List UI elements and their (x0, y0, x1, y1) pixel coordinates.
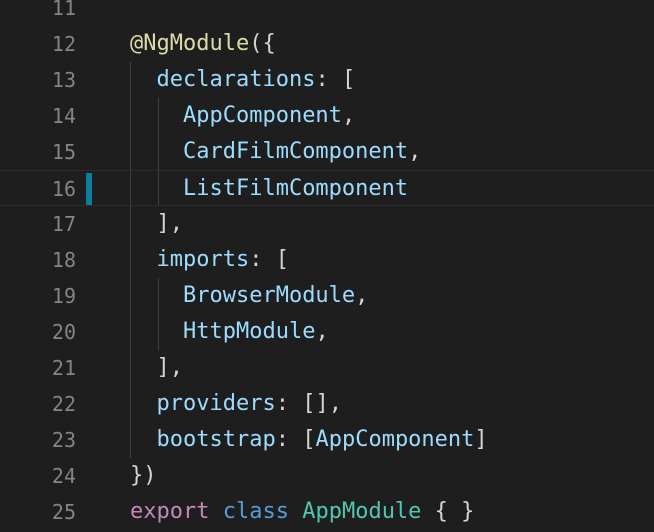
code-token: : [ (315, 67, 356, 92)
code-token: CardFilmComponent (182, 139, 409, 164)
code-token: : [ (275, 427, 316, 452)
code-token: export (130, 499, 210, 524)
line-number: 13 (51, 68, 76, 92)
code-token: ], (130, 211, 183, 236)
code-token: ({ (249, 31, 276, 56)
code-token: ], (130, 355, 183, 380)
code-token: ] (474, 427, 488, 452)
code-token: : [], (275, 391, 342, 416)
code-line[interactable]: 13 declarations: [ (0, 62, 654, 98)
code-token: { } (421, 499, 475, 524)
code-line[interactable]: 19 BrowserModule, (0, 278, 654, 314)
code-line[interactable]: 11 (0, 0, 654, 26)
line-number: 23 (51, 428, 76, 452)
code-token: bootstrap (156, 427, 276, 452)
code-line[interactable]: 12 @NgModule({ (0, 26, 654, 62)
code-text: CardFilmComponent, (130, 134, 421, 170)
code-text: BrowserModule, (130, 278, 368, 314)
code-text: export class AppModule { } (130, 494, 474, 530)
code-token: , (355, 283, 369, 308)
code-line[interactable]: 17 ], (0, 206, 654, 242)
code-text: @NgModule({ (130, 26, 276, 62)
line-number: 12 (51, 32, 76, 56)
line-number: 25 (51, 500, 76, 524)
code-text: HttpModule, (130, 314, 329, 350)
code-text: ListFilmComponent (130, 171, 408, 207)
code-token: ListFilmComponent (182, 176, 409, 201)
line-number: 14 (51, 104, 76, 128)
code-text: imports: [ (130, 242, 289, 278)
code-line[interactable]: 25 export class AppModule { } (0, 494, 654, 530)
code-line[interactable]: 22 providers: [], (0, 386, 654, 422)
code-line[interactable]: 21 ], (0, 350, 654, 386)
code-text: providers: [], (130, 386, 342, 422)
line-number: 19 (51, 284, 76, 308)
code-line[interactable]: 16 ListFilmComponent (0, 170, 654, 206)
line-number: 16 (51, 177, 76, 201)
code-token: AppComponent (315, 427, 475, 452)
code-token: : [ (249, 247, 289, 272)
code-line[interactable]: 15 CardFilmComponent, (0, 134, 654, 170)
code-token: declarations (156, 67, 316, 92)
code-text: AppComponent, (130, 98, 355, 134)
code-text: ], (130, 206, 183, 242)
line-number: 11 (51, 0, 76, 20)
code-token: , (341, 103, 356, 128)
code-editor[interactable]: 11 12 @NgModule({13 declarations: [14 AppC… (0, 0, 654, 532)
line-number: 20 (51, 320, 76, 344)
code-text: bootstrap: [AppComponent] (130, 422, 488, 458)
code-line[interactable]: 23 bootstrap: [AppComponent] (0, 422, 654, 458)
code-token: }) (130, 463, 157, 488)
code-token: BrowserModule (182, 283, 356, 308)
code-text: declarations: [ (130, 62, 356, 98)
code-text: ], (130, 350, 183, 386)
line-number: 21 (51, 356, 76, 380)
code-token: imports (156, 247, 250, 272)
code-token: , (315, 319, 329, 344)
code-token: HttpModule (182, 319, 316, 344)
code-token: @NgModule (130, 31, 250, 56)
code-line[interactable]: 14 AppComponent, (0, 98, 654, 134)
modified-line-indicator (86, 173, 92, 205)
code-token: providers (156, 391, 276, 416)
line-number: 22 (51, 392, 76, 416)
code-text: }) (130, 458, 157, 494)
code-token: class (222, 499, 289, 524)
line-number: 15 (51, 140, 76, 164)
code-token: , (408, 139, 422, 164)
code-token: AppModule (302, 499, 422, 524)
line-number: 18 (51, 248, 76, 272)
line-number: 24 (51, 464, 76, 488)
code-line[interactable]: 18 imports: [ (0, 242, 654, 278)
code-line[interactable]: 20 HttpModule, (0, 314, 654, 350)
code-line[interactable]: 24}) (0, 458, 654, 494)
line-number: 17 (51, 212, 76, 236)
code-token: AppComponent (182, 103, 342, 128)
